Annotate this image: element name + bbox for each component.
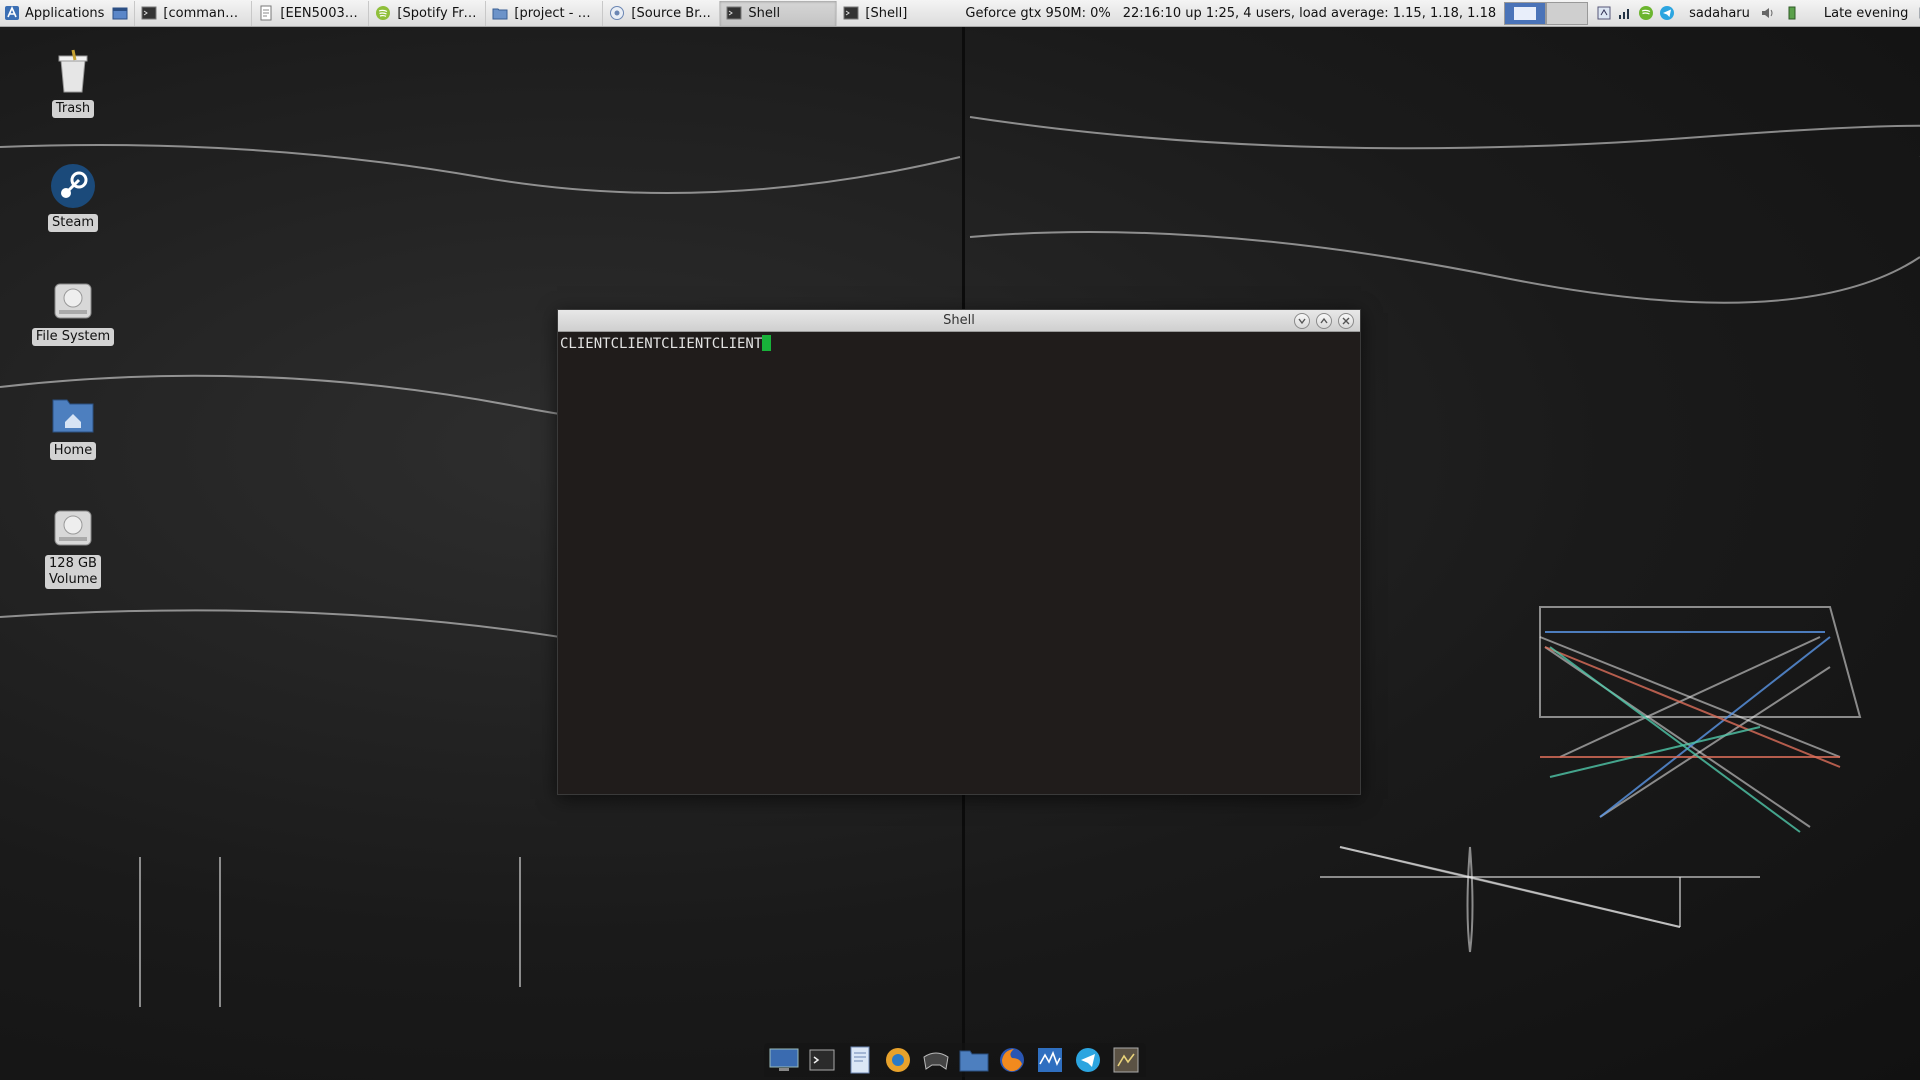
battery-icon[interactable] [1784,5,1800,21]
window-title: Shell [943,313,975,328]
dock-item-firefox[interactable] [996,1044,1028,1076]
terminal-icon [843,6,859,20]
applications-menu[interactable]: Applications [0,0,112,27]
desktop-icon-label: File System [31,328,115,346]
folder-icon [492,8,508,20]
task-label: Shell [748,5,781,21]
home-folder-icon [52,399,94,433]
spotify-tray-icon[interactable] [1638,5,1654,21]
desktop-icon-label: Home [49,442,97,460]
desktop-icon-label: Trash [51,100,95,118]
telegram-tray-icon[interactable] [1659,5,1675,21]
terminal-text: CLIENTCLIENTCLIENTCLIENT [560,336,763,352]
spotify-icon [376,6,391,20]
task-source[interactable]: [Source Br... [602,0,719,26]
document-icon [260,5,272,21]
dock-item-game[interactable] [920,1044,952,1076]
desktop-icon-home[interactable]: Home [30,390,116,460]
workspace-1[interactable] [1504,1,1547,25]
dock-item-files[interactable] [958,1044,990,1076]
window-list: [command... [EEN5003P... [Spotify Fre...… [134,0,953,27]
show-desktop-icon[interactable] [112,5,128,21]
source-icon [610,6,625,20]
desktop-icon-trash[interactable]: Trash [30,48,116,118]
uptime-status: 22:16:10 up 1:25, 4 users, load average:… [1122,5,1497,21]
desktop-icon-label: Steam [48,214,98,232]
steam-icon [51,164,95,208]
workspace-switcher [1504,1,1589,25]
dock-item-telegram[interactable] [1072,1044,1104,1076]
terminal-output[interactable]: CLIENTCLIENTCLIENTCLIENT [558,332,1360,355]
maximize-button[interactable] [1316,313,1332,329]
chevron-up-icon [1320,317,1328,324]
dock-item-system[interactable] [1110,1044,1142,1076]
monitor-icon [1038,1048,1062,1072]
close-icon [1342,317,1350,325]
system-tray [1596,5,1675,21]
desktop-icon-steam[interactable]: Steam [30,162,116,232]
app-icon [886,1048,910,1072]
clock[interactable]: Late evening [1824,6,1908,21]
drive-icon [54,283,92,319]
shell-window[interactable]: Shell CLIENTCLIENTCLIENTCLIENT [557,309,1361,795]
task-shell[interactable]: [Shell] [836,0,953,26]
terminal-cursor [762,335,772,351]
chevron-down-icon [1298,318,1306,325]
workspace-2[interactable] [1546,1,1589,25]
firefox-icon [1000,1048,1024,1072]
gpu-status: Geforce gtx 950M: 0% [965,5,1111,21]
signal-bars-icon[interactable] [1617,5,1633,21]
volume-icon [54,510,92,546]
desktop-icon-label: 128 GB Volume [45,555,101,589]
window-controls [1294,313,1354,329]
task-shell-active[interactable]: Shell [719,0,837,26]
task-label: [command... [163,5,246,21]
terminal-icon [141,6,157,20]
volume-icon[interactable] [1760,5,1776,21]
game-icon [923,1052,949,1070]
applications-icon [5,6,19,20]
user-menu[interactable]: sadaharu [1689,6,1750,21]
dock-item-terminal[interactable] [806,1044,838,1076]
task-spotify[interactable]: [Spotify Fre... [368,0,485,26]
screen-icon [769,1048,799,1071]
task-project[interactable]: [project - Fi... [485,0,602,26]
task-label: [Source Br... [631,5,711,21]
minimize-button[interactable] [1294,313,1310,329]
dock-item-monitor[interactable] [1034,1044,1066,1076]
system-icon [1113,1047,1139,1073]
task-label: [project - Fi... [514,5,597,21]
files-icon [959,1050,989,1072]
trash-icon [58,49,88,93]
task-label: [Shell] [865,5,908,21]
top-panel: Applications [command... [EEN5003P... [S… [0,0,1920,27]
dock-item-app[interactable] [882,1044,914,1076]
bottom-dock [764,1043,1146,1077]
window-titlebar[interactable]: Shell [558,310,1360,332]
network-icon[interactable] [1596,5,1612,21]
task-label: [EEN5003P... [280,5,363,21]
applications-label: Applications [25,5,105,21]
desktop-icon-volume[interactable]: 128 GB Volume [30,503,116,589]
telegram-icon [1076,1048,1100,1072]
task-document[interactable]: [EEN5003P... [251,0,368,26]
text-editor-icon [850,1046,870,1074]
terminal-icon [809,1049,835,1071]
terminal-icon [726,6,742,20]
dock-item-screen[interactable] [768,1044,800,1076]
task-command[interactable]: [command... [134,0,251,26]
dock-item-text-editor[interactable] [844,1044,876,1076]
close-button[interactable] [1338,313,1354,329]
desktop-icon-file-system[interactable]: File System [30,276,116,346]
task-label: [Spotify Fre... [397,5,480,21]
